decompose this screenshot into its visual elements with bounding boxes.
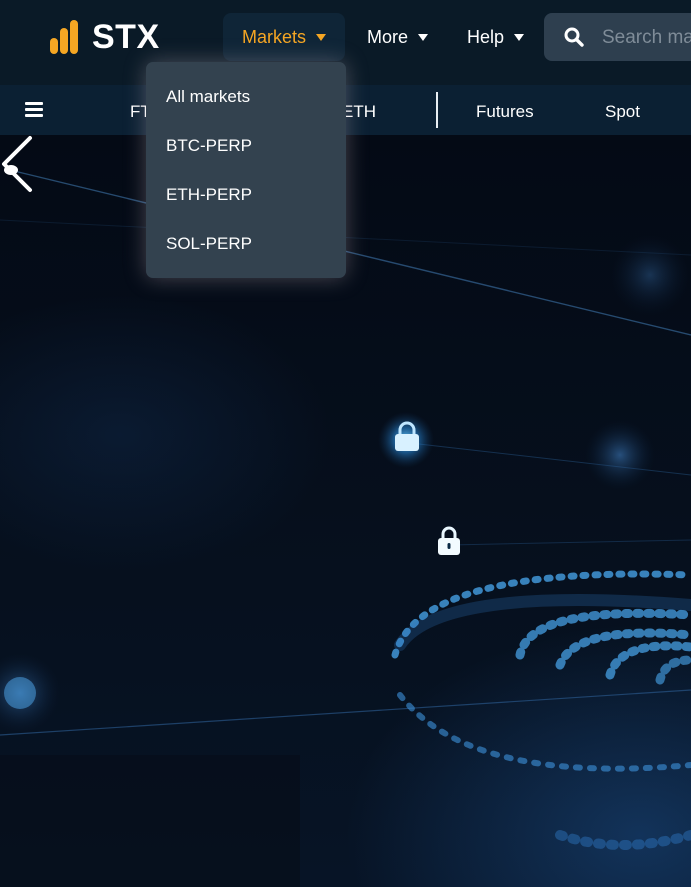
subnav-item-spot[interactable]: Spot	[605, 102, 640, 122]
nav-help-label: Help	[467, 26, 505, 47]
chevron-left-icon[interactable]	[0, 135, 36, 193]
caret-down-icon	[316, 33, 326, 41]
subnav-item-eth[interactable]: ETH	[342, 102, 376, 122]
brand-name: STX	[92, 18, 160, 56]
menu-item-all-markets[interactable]: All markets	[166, 87, 250, 107]
subnav-item-futures[interactable]: Futures	[476, 102, 534, 122]
hamburger-icon[interactable]	[25, 102, 43, 118]
search-input[interactable]	[600, 23, 691, 53]
caret-down-icon	[418, 33, 429, 41]
menu-item-btc-perp[interactable]: BTC-PERP	[166, 136, 252, 156]
nav-markets[interactable]: Markets	[223, 13, 345, 61]
search-box[interactable]	[544, 13, 691, 61]
markets-dropdown-menu: All markets BTC-PERP ETH-PERP SOL-PERP	[146, 62, 346, 278]
logo[interactable]: STX	[50, 18, 160, 57]
menu-item-eth-perp[interactable]: ETH-PERP	[166, 185, 252, 205]
caret-down-icon	[514, 33, 525, 41]
nav-markets-label: Markets	[241, 26, 306, 47]
lock-icon	[438, 526, 460, 555]
lock-icon	[395, 421, 419, 451]
menu-item-sol-perp[interactable]: SOL-PERP	[166, 234, 252, 254]
nav-help[interactable]: Help	[467, 13, 525, 61]
search-icon	[564, 27, 584, 47]
nav-more-label: More	[367, 26, 409, 47]
subnav-divider	[436, 92, 438, 128]
nav-more[interactable]: More	[367, 13, 429, 61]
bar-chart-logo-icon	[50, 19, 86, 56]
